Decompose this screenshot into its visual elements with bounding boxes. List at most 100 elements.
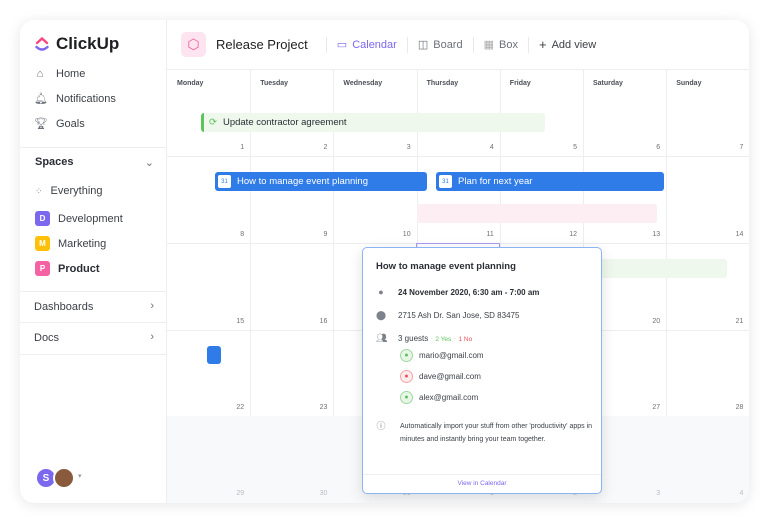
day-number: 7 (739, 144, 744, 151)
divider (527, 36, 529, 53)
divider (20, 354, 167, 355)
tab-board[interactable]: ◫ Board (417, 38, 463, 52)
calendar-event-icon: 31 (439, 175, 452, 188)
day-number: 5 (573, 144, 577, 151)
chevron-right-icon[interactable]: › (150, 331, 154, 343)
space-badge: M (35, 236, 50, 251)
event-how-to-manage[interactable]: 31 How to manage event planning (215, 172, 427, 191)
divider (472, 36, 474, 53)
nav-notifications[interactable]: 🔔︎ Notifications (34, 93, 116, 105)
space-product[interactable]: P Product (35, 261, 100, 276)
cube-icon: ⬡ (181, 32, 206, 57)
guest-item[interactable]: ● mario@gmail.com (400, 349, 484, 362)
nav-goals[interactable]: 🏆︎ Goals (34, 118, 85, 130)
event-plan-next-year[interactable]: 31 Plan for next year (436, 172, 664, 191)
divider (20, 322, 167, 323)
board-icon: ◫ (417, 39, 429, 51)
user-icon: ● (400, 391, 413, 404)
caret-down-icon[interactable]: ▾ (78, 472, 82, 480)
nav-home[interactable]: ⌂ Home (34, 68, 86, 80)
user-icon: ● (400, 370, 413, 383)
day-number: 30 (319, 490, 328, 497)
user-avatar[interactable] (53, 467, 75, 489)
day-number: 16 (319, 318, 328, 325)
calendar-icon: ▭ (336, 39, 348, 51)
day-number: 1 (240, 144, 245, 151)
day-number: 6 (656, 144, 661, 151)
day-number: 13 (652, 231, 661, 238)
bell-icon: 🔔︎ (34, 93, 48, 105)
grid-icon: ⁘ (35, 185, 43, 196)
recurring-icon: ⟳ (209, 117, 217, 128)
space-everything[interactable]: ⁘ Everything (35, 185, 103, 197)
event-pink-bar[interactable] (417, 204, 657, 223)
page-title: Release Project (216, 37, 308, 52)
space-marketing[interactable]: M Marketing (35, 236, 106, 251)
chevron-right-icon[interactable]: › (150, 300, 154, 312)
day-header: Monday (177, 80, 204, 87)
day-number: 20 (652, 318, 661, 325)
day-number: 9 (323, 231, 328, 238)
divider (20, 147, 167, 148)
popup-datetime: ● 24 November 2020, 6:30 am - 7:00 am (376, 287, 539, 297)
sidebar: ClickUp ⌂ Home 🔔︎ Notifications 🏆︎ Goals Sp… (20, 20, 167, 503)
divider (20, 291, 167, 292)
home-icon: ⌂ (36, 68, 44, 80)
day-number: 3 (406, 144, 411, 151)
main-area: ⬡ Release Project ▭ Calendar ◫ Board ▦ Box … (167, 20, 749, 503)
day-number: 21 (735, 318, 744, 325)
divider (325, 36, 327, 53)
clock-icon: ● (378, 287, 384, 297)
day-number: 28 (735, 404, 744, 411)
people-icon: 👥︎ (376, 333, 388, 343)
chevron-down-icon[interactable]: ⌄ (145, 156, 154, 169)
popup-title: How to manage event planning (376, 261, 516, 272)
calendar-event-icon: 31 (218, 175, 231, 188)
day-number: 23 (319, 404, 328, 411)
nav-dashboards[interactable]: Dashboards (34, 301, 93, 313)
divider (363, 474, 601, 475)
space-development[interactable]: D Development (35, 211, 123, 226)
plus-icon: + (538, 37, 547, 52)
day-number: 2 (323, 144, 328, 151)
popup-address: ⬤ 2715 Ash Dr. San Jose, SD 83475 (376, 310, 520, 320)
popup-guests: 👥︎ 3 guests · 2 Yes · 1 No (376, 333, 473, 343)
day-number: 11 (486, 231, 494, 238)
day-header: Friday (509, 80, 531, 87)
clickup-logo-icon (35, 36, 49, 51)
box-icon: ▦ (483, 39, 494, 51)
clickup-logo[interactable]: ClickUp (34, 34, 119, 54)
add-view-button[interactable]: + Add view (539, 37, 596, 52)
spaces-header[interactable]: Spaces (35, 156, 74, 168)
day-number: 8 (240, 231, 245, 238)
space-badge: P (35, 261, 50, 276)
day-number: 4 (489, 144, 494, 151)
event-update-contractor[interactable]: ⟳ Update contractor agreement (201, 113, 545, 132)
event-hidden-blue[interactable] (207, 346, 221, 364)
day-number: 22 (236, 404, 245, 411)
day-header: Sunday (676, 80, 702, 87)
app-window: ClickUp ⌂ Home 🔔︎ Notifications 🏆︎ Goals Sp… (20, 20, 749, 503)
day-number: 15 (236, 318, 245, 325)
day-header: Wednesday (343, 80, 383, 87)
day-header: Saturday (593, 80, 623, 87)
guest-item[interactable]: ● alex@gmail.com (400, 391, 478, 404)
guest-item[interactable]: ● dave@gmail.com (400, 370, 481, 383)
day-number: 10 (402, 231, 411, 238)
day-number: 27 (652, 404, 661, 411)
space-badge: D (35, 211, 50, 226)
day-number: 3 (656, 490, 661, 497)
day-header: Thursday (426, 80, 459, 87)
trophy-icon: 🏆︎ (34, 118, 48, 130)
nav-docs[interactable]: Docs (34, 332, 59, 344)
day-number: 29 (236, 490, 245, 497)
day-number: 4 (739, 490, 744, 497)
calendar-grid: ⟳ Update contractor agreement 31 How to ma… (167, 70, 749, 503)
row-divider (167, 156, 749, 157)
view-in-calendar-link[interactable]: View in Calendar (363, 480, 601, 487)
user-icon: ● (400, 349, 413, 362)
divider (406, 36, 408, 53)
tab-calendar[interactable]: ▭ Calendar (336, 38, 397, 52)
header: ⬡ Release Project ▭ Calendar ◫ Board ▦ Box … (167, 20, 749, 70)
tab-box[interactable]: ▦ Box (483, 38, 518, 52)
